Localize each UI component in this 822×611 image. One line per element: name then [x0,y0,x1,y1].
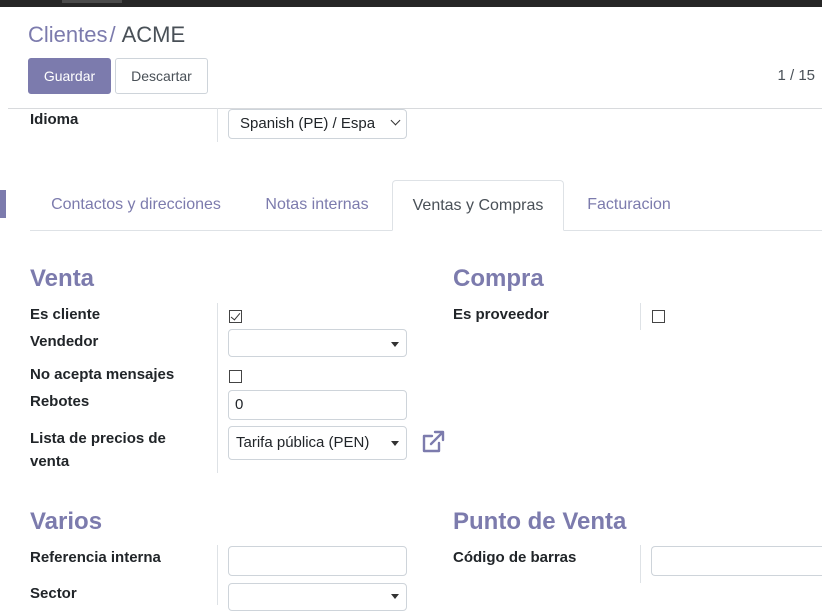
salesperson-label: Vendedor [30,333,99,350]
bounces-input-value: 0 [235,396,244,413]
language-select[interactable]: Spanish (PE) / Espa [228,109,407,139]
is-customer-checkbox[interactable] [229,310,242,323]
breadcrumb-current: ACME [121,22,186,47]
pricelist-label-line1: Lista de precios de [30,430,166,447]
tab-internal-notes[interactable]: Notas internas [248,180,386,230]
purchase-section-title: Compra [453,265,544,292]
tab-contacts[interactable]: Contactos y direcciones [30,180,242,230]
opt-out-checkbox[interactable] [229,370,242,383]
external-link-icon[interactable] [421,430,447,454]
sales-section-title: Venta [30,265,95,292]
breadcrumb: Clientes/ACME [28,21,185,49]
sales-divider [217,303,218,473]
salesperson-select[interactable] [228,329,407,357]
bounces-label: Rebotes [30,393,90,410]
caret-down-icon [391,342,399,347]
misc-section-title: Varios [30,508,103,535]
pricelist-label-line2: venta [30,453,70,470]
is-supplier-checkbox[interactable] [652,310,665,323]
language-divider [217,108,218,142]
language-select-value: Spanish (PE) / Espa [240,115,376,132]
top-navbar [0,0,822,7]
is-customer-label: Es cliente [30,306,101,323]
sector-select[interactable] [228,583,407,611]
tab-sales-purchase[interactable]: Ventas y Compras [392,180,564,231]
navbar-active-tab[interactable] [62,0,122,3]
form-sheet: Idioma Spanish (PE) / Espa Contactos y d… [8,108,822,611]
caret-down-icon [391,594,399,599]
bounces-input[interactable]: 0 [228,390,407,420]
caret-down-icon [391,441,399,446]
chevron-down-icon [390,115,401,126]
breadcrumb-separator: / [109,22,116,47]
pos-divider [640,545,641,583]
pricelist-select[interactable]: Tarifa pública (PEN) [228,426,407,460]
language-label: Idioma [30,111,79,128]
purchase-divider [640,303,641,330]
barcode-label: Código de barras [453,549,577,566]
is-supplier-label: Es proveedor [453,306,549,323]
internal-ref-input[interactable] [228,546,407,576]
tab-invoicing[interactable]: Facturacion [570,180,688,230]
breadcrumb-parent-link[interactable]: Clientes [28,22,107,47]
sidebar-accent [0,190,6,218]
checkmark-icon [230,310,241,321]
sector-label: Sector [30,585,77,602]
discard-button[interactable]: Descartar [115,58,208,94]
internal-ref-label: Referencia interna [30,549,161,566]
pager-value[interactable]: 1 / 15 [777,67,815,84]
pricelist-select-value: Tarifa pública (PEN) [236,434,370,451]
save-button[interactable]: Guardar [28,58,111,94]
barcode-input[interactable] [651,546,822,576]
notebook-tabs: Contactos y direcciones Notas internas V… [30,180,822,231]
opt-out-label: No acepta mensajes [30,366,175,383]
pos-section-title: Punto de Venta [453,508,627,535]
misc-divider [217,545,218,605]
control-panel: Clientes/ACME Guardar Descartar 1 / 15 [8,7,822,109]
